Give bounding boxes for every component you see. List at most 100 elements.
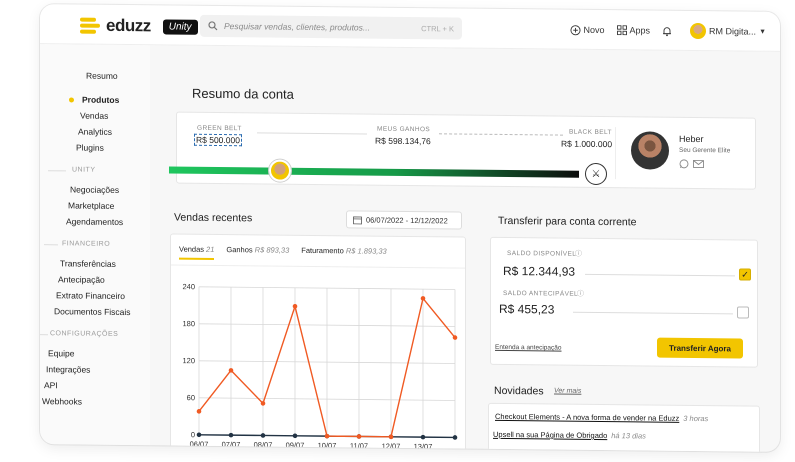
sales-line-chart: 0 60 120 180 240 06/07 07/07 08/07 09/07 10/07 11/…	[182, 282, 458, 451]
x-tick-label: 13/07	[414, 442, 433, 451]
sidebar-item-agendamentos[interactable]: Agendamentos	[66, 216, 123, 227]
divider	[257, 132, 367, 135]
anticipable-value: R$ 455,23	[499, 301, 555, 317]
search-icon	[208, 21, 218, 31]
tab-count: 21	[206, 244, 215, 254]
user-name: RM Digita...	[709, 26, 757, 37]
account-summary-card: GREEN BELT R$ 500.000 MEUS GANHOS R$ 598…	[169, 111, 756, 190]
y-tick-label: 180	[182, 319, 195, 328]
x-tick-label: 10/07	[318, 441, 337, 450]
sidebar-item-documentos[interactable]: Documentos Fiscais	[54, 306, 131, 317]
sidebar-item-plugins[interactable]: Plugins	[76, 143, 104, 153]
y-tick-label: 120	[182, 356, 195, 365]
news-item[interactable]: Upsell na sua Página de Obrigado há 13 di…	[493, 430, 646, 441]
tab-label: Faturamento	[301, 245, 344, 256]
transfer-title: Transferir para conta corrente	[498, 214, 637, 229]
top-actions: Novo Apps RM Digita... ▼	[569, 22, 766, 40]
manager-role: Seu Gerente Elite	[679, 146, 731, 155]
sidebar-item-extrato[interactable]: Extrato Financeiro	[56, 290, 125, 301]
brand-logo[interactable]: eduzz Unity	[80, 16, 198, 37]
search-placeholder: Pesquisar vendas, clientes, produtos...	[224, 21, 370, 33]
green-belt-value: R$ 500.000	[194, 133, 242, 147]
sidebar-item-negociacoes[interactable]: Negociações	[70, 184, 119, 195]
sidebar-item-integracoes[interactable]: Integrações	[46, 364, 90, 374]
divider	[48, 170, 66, 172]
manager-name: Heber	[679, 133, 704, 145]
data-point	[420, 296, 426, 301]
sidebar-item-webhooks[interactable]: Webhooks	[42, 396, 82, 406]
see-more-link[interactable]: Ver mais	[554, 388, 581, 395]
anticipable-checkbox[interactable]	[737, 306, 749, 319]
main-content: Resumo da conta GREEN BELT R$ 500.000 ME…	[164, 45, 768, 452]
apps-label: Apps	[629, 25, 651, 36]
sidebar-item-equipe[interactable]: Equipe	[48, 348, 74, 358]
plus-circle-icon	[569, 24, 581, 35]
divider	[44, 244, 58, 246]
divider	[40, 334, 48, 336]
user-progress-avatar	[269, 159, 291, 182]
manager-avatar	[631, 131, 669, 170]
top-bar: eduzz Unity Pesquisar vendas, clientes, …	[40, 4, 780, 52]
sidebar-item-analytics[interactable]: Analytics	[78, 127, 112, 137]
tab-ganhos[interactable]: Ganhos R$ 893,33	[226, 245, 289, 261]
news-item-title[interactable]: Checkout Elements - A nova forma de vend…	[495, 412, 679, 423]
x-tick-label: 08/07	[254, 440, 273, 449]
whatsapp-icon[interactable]	[679, 159, 689, 169]
sidebar-item-marketplace[interactable]: Marketplace	[68, 200, 114, 210]
user-menu[interactable]: RM Digita... ▼	[690, 22, 766, 40]
sidebar-item-vendas[interactable]: Vendas	[80, 111, 108, 121]
tab-label: Ganhos	[226, 245, 253, 255]
x-tick-label: 06/07	[190, 440, 209, 449]
x-tick-label: 12/07	[382, 442, 401, 451]
transfer-now-button[interactable]: Transferir Agora	[657, 337, 743, 359]
news-item-title[interactable]: Upsell na sua Página de Obrigado	[493, 430, 607, 440]
data-point	[388, 434, 394, 440]
sidebar-item-api[interactable]: API	[44, 380, 58, 390]
sidebar: Resumo Produtos Vendas Analytics Plugins…	[40, 44, 150, 446]
black-belt-value: R$ 1.000.000	[561, 138, 613, 150]
dashed-divider	[439, 133, 563, 136]
data-point	[452, 335, 458, 340]
data-point	[420, 434, 426, 440]
anticipation-help-link[interactable]: Entenda a antecipação	[495, 344, 562, 352]
date-range-picker[interactable]: 06/07/2022 - 12/12/2022	[346, 210, 462, 230]
unity-badge: Unity	[162, 18, 198, 35]
apps-button[interactable]: Apps	[616, 25, 651, 36]
data-point	[292, 433, 298, 439]
transfer-card: SALDO DISPONÍVEL ⓘ R$ 12.344,93 ✓ SALDO …	[490, 236, 758, 368]
new-label: Novo	[583, 24, 605, 36]
section-unity: UNITY	[72, 166, 96, 174]
tab-count: R$ 893,33	[254, 245, 290, 255]
bell-icon[interactable]	[662, 25, 672, 36]
mail-icon[interactable]	[693, 160, 704, 169]
available-checkbox[interactable]: ✓	[739, 268, 751, 281]
sidebar-item-produtos[interactable]: Produtos	[82, 95, 119, 105]
sidebar-item-resumo[interactable]: Resumo	[86, 71, 118, 81]
tab-count: R$ 1.893,33	[345, 246, 387, 256]
data-point	[452, 435, 458, 440]
news-item-time: há 13 dias	[611, 431, 646, 441]
data-point	[196, 432, 202, 438]
x-tick-label: 07/07	[222, 440, 241, 449]
divider	[585, 273, 735, 277]
earnings-value: R$ 598.134,76	[375, 135, 431, 147]
section-financeiro: FINANCEIRO	[62, 240, 111, 248]
green-belt-label: GREEN BELT	[197, 124, 242, 133]
tab-vendas[interactable]: Vendas 21	[179, 245, 214, 260]
sidebar-item-antecipacao[interactable]: Antecipação	[58, 274, 105, 284]
available-value: R$ 12.344,93	[503, 263, 576, 279]
belt-progress-bar	[169, 166, 579, 178]
x-tick-label: 11/07	[350, 441, 368, 450]
tab-faturamento[interactable]: Faturamento R$ 1.893,33	[301, 246, 386, 262]
news-card: Checkout Elements - A nova forma de vend…	[488, 402, 760, 452]
data-point	[260, 401, 266, 406]
new-button[interactable]: Novo	[569, 24, 605, 36]
news-item[interactable]: Checkout Elements - A nova forma de vend…	[495, 412, 708, 423]
info-icon: ⓘ	[577, 290, 584, 298]
recent-sales-title: Vendas recentes	[174, 211, 253, 225]
search-input[interactable]: Pesquisar vendas, clientes, produtos... …	[200, 14, 462, 40]
info-icon: ⓘ	[575, 250, 582, 258]
black-belt-icon: ⚔	[585, 162, 607, 186]
grid-icon	[616, 25, 627, 36]
sidebar-item-transferencias[interactable]: Transferências	[60, 258, 116, 269]
